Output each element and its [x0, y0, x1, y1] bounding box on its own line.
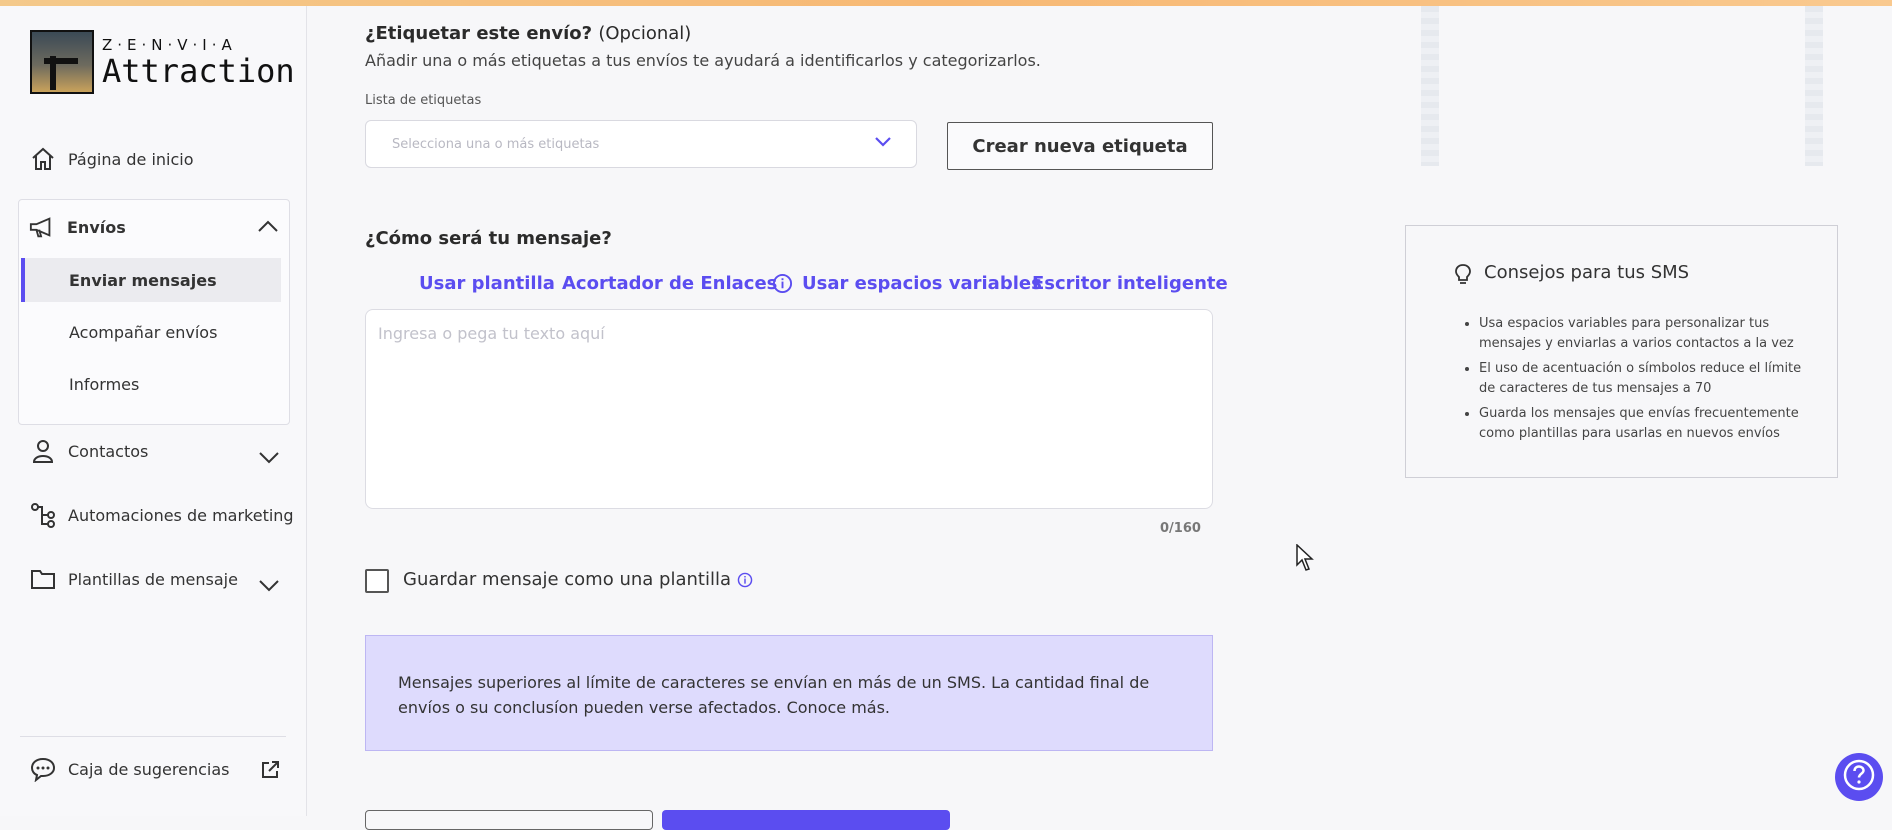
sidebar-item-contactos[interactable]: Contactos [30, 438, 148, 464]
sidebar-subitem-acompanar-envios[interactable]: Acompañar envíos [21, 310, 281, 354]
sms-tips-panel: Consejos para tus SMS Usa espacios varia… [1405, 225, 1838, 478]
tip-item: Guarda los mensajes que envías frecuente… [1479, 404, 1819, 444]
tag-list-label: Lista de etiquetas [365, 93, 482, 108]
sidebar-subitem-informes[interactable]: Informes [21, 362, 281, 406]
tag-optional-text: (Opcional) [598, 23, 692, 44]
help-button[interactable] [1835, 753, 1883, 801]
tag-section-title: ¿Etiquetar este envío? (Opcional) [365, 23, 691, 44]
chevron-up-icon[interactable] [257, 218, 279, 237]
smart-writer-link[interactable]: Escritor inteligente [1032, 273, 1228, 294]
sidebar-item-label: Caja de sugerencias [68, 759, 230, 779]
brand-logo[interactable]: Z·E·N·V·I·A Attraction [30, 30, 295, 94]
save-template-label[interactable]: Guardar mensaje como una plantilla [403, 569, 753, 590]
sidebar-subitem-enviar-mensajes[interactable]: Enviar mensajes [21, 258, 281, 302]
chevron-down-icon[interactable] [258, 450, 280, 469]
character-counter: 0/160 [1160, 521, 1201, 536]
message-section-title: ¿Cómo será tu mensaje? [365, 228, 612, 249]
info-icon[interactable] [772, 273, 793, 298]
sidebar-item-label: Automaciones de marketing [68, 505, 294, 525]
sidebar-item-plantillas[interactable]: Plantillas de mensaje [30, 566, 238, 592]
create-tag-button[interactable]: Crear nueva etiqueta [947, 122, 1213, 170]
subitem-label: Acompañar envíos [69, 322, 218, 342]
decorative-stripe [1421, 6, 1439, 166]
sidebar-divider [20, 736, 286, 737]
decorative-stripe [1805, 6, 1823, 166]
question-icon [1842, 758, 1876, 796]
link-shortener-link[interactable]: Acortador de Enlaces [562, 273, 777, 294]
save-template-checkbox[interactable] [365, 569, 389, 593]
lightbulb-icon [1454, 263, 1472, 289]
tip-item: Usa espacios variables para personalizar… [1479, 314, 1819, 354]
sidebar-item-label: Contactos [68, 441, 149, 461]
chevron-down-icon [874, 135, 892, 153]
workflow-icon [30, 502, 56, 528]
secondary-action-button[interactable] [365, 810, 653, 830]
sidebar-item-label: Plantillas de mensaje [68, 569, 238, 589]
sms-limit-info-box: Mensajes superiores al límite de caracte… [365, 635, 1213, 751]
megaphone-icon [29, 214, 55, 240]
tips-list: Usa espacios variables para personalizar… [1454, 314, 1819, 449]
sidebar-item-label: Página de inicio [68, 149, 194, 169]
info-icon[interactable] [737, 572, 753, 588]
chevron-down-icon[interactable] [258, 578, 280, 597]
sidebar-item-sugerencias[interactable]: Caja de sugerencias [30, 756, 229, 782]
use-variables-link[interactable]: Usar espacios variables [802, 273, 1042, 294]
tag-title-text: ¿Etiquetar este envío? [365, 23, 593, 44]
save-template-label-text: Guardar mensaje como una plantilla [403, 569, 731, 590]
sms-limit-info-text: Mensajes superiores al límite de caracte… [398, 673, 1150, 717]
logo-image [30, 30, 94, 94]
sidebar: Z·E·N·V·I·A Attraction Página de inicio … [0, 6, 307, 816]
tag-section-description: Añadir una o más etiquetas a tus envíos … [365, 51, 1041, 70]
sidebar-item-label: Envíos [67, 217, 126, 237]
external-link-icon[interactable] [260, 760, 280, 784]
logo-name: Attraction [102, 52, 295, 90]
sidebar-item-automaciones[interactable]: Automaciones de marketing [30, 502, 294, 528]
tips-title: Consejos para tus SMS [1484, 262, 1690, 283]
sidebar-item-envios[interactable]: Envíos [29, 214, 126, 240]
envios-group: Envíos Enviar mensajes Acompañar envíos … [18, 199, 290, 425]
user-icon [30, 438, 56, 464]
message-textarea[interactable]: Ingresa o pega tu texto aquí [365, 309, 1213, 509]
tip-item: El uso de acentuación o símbolos reduce … [1479, 359, 1819, 399]
tag-select[interactable]: Selecciona una o más etiquetas [365, 120, 917, 168]
subitem-label: Enviar mensajes [69, 270, 217, 290]
primary-action-button[interactable] [662, 810, 950, 830]
message-placeholder: Ingresa o pega tu texto aquí [378, 324, 605, 343]
use-template-link[interactable]: Usar plantilla [419, 273, 555, 294]
sidebar-item-home[interactable]: Página de inicio [30, 146, 194, 172]
tag-select-placeholder: Selecciona una o más etiquetas [392, 136, 600, 152]
subitem-label: Informes [69, 374, 140, 394]
home-icon [30, 146, 56, 172]
folder-icon [30, 566, 56, 592]
chat-bubble-icon [30, 756, 56, 782]
mouse-cursor-icon [1296, 543, 1316, 576]
